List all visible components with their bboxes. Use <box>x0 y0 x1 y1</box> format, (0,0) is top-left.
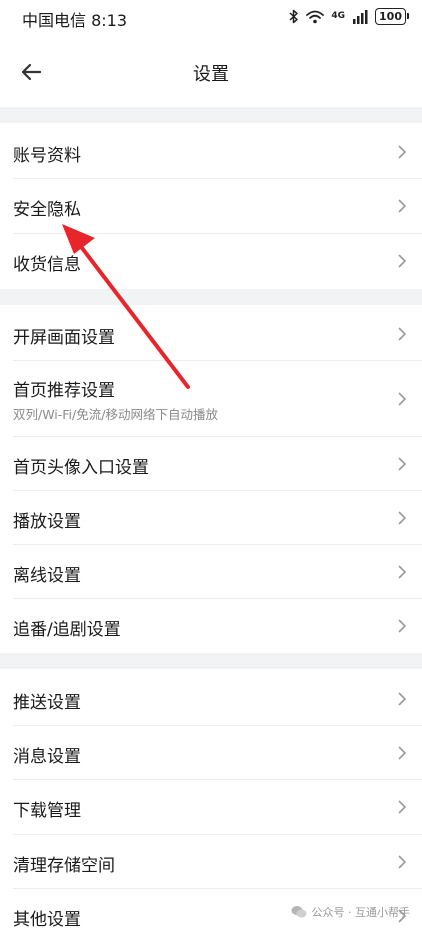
settings-item-clear-storage[interactable]: 清理存储空间 <box>0 835 422 889</box>
bluetooth-icon <box>289 9 299 24</box>
settings-item-home-avatar-entry[interactable]: 首页头像入口设置 <box>0 437 422 491</box>
settings-item-messages[interactable]: 消息设置 <box>0 726 422 780</box>
settings-item-label: 清理存储空间 <box>13 856 115 876</box>
settings-item-label: 首页推荐设置 <box>13 381 115 401</box>
chevron-right-icon <box>398 800 407 814</box>
chevron-right-icon <box>398 565 407 579</box>
chevron-right-icon <box>398 855 407 869</box>
settings-item-label: 离线设置 <box>13 566 81 586</box>
settings-item-label: 推送设置 <box>13 693 81 713</box>
chevron-right-icon <box>398 746 407 760</box>
settings-item-playback[interactable]: 播放设置 <box>0 491 422 545</box>
settings-item-downloads[interactable]: 下载管理 <box>0 780 422 835</box>
status-bar: 中国电信 8:13 4G 100 <box>0 0 422 36</box>
settings-item-home-recommend[interactable]: 首页推荐设置 双列/Wi-Fi/免流/移动网络下自动播放 <box>0 361 422 437</box>
settings-item-splash-screen[interactable]: 开屏画面设置 <box>0 306 422 361</box>
settings-item-push[interactable]: 推送设置 <box>0 671 422 726</box>
network-type: 4G <box>331 11 346 21</box>
chevron-right-icon <box>398 199 407 213</box>
settings-item-offline[interactable]: 离线设置 <box>0 545 422 599</box>
settings-item-shipping-info[interactable]: 收货信息 <box>0 234 422 288</box>
settings-item-label: 开屏画面设置 <box>13 328 115 348</box>
signal-icon <box>353 9 368 24</box>
carrier-time: 中国电信 8:13 <box>22 11 128 30</box>
page-title: 设置 <box>193 64 229 85</box>
wechat-icon <box>291 906 306 918</box>
chevron-right-icon <box>398 392 407 406</box>
group-separator <box>0 653 422 669</box>
chevron-right-icon <box>398 457 407 471</box>
wifi-icon <box>306 10 325 23</box>
group-separator <box>0 289 422 305</box>
settings-item-label: 下载管理 <box>13 801 81 821</box>
chevron-right-icon <box>398 692 407 706</box>
settings-item-security-privacy[interactable]: 安全隐私 <box>0 179 422 234</box>
settings-item-account-info[interactable]: 账号资料 <box>0 125 422 179</box>
settings-item-label: 收货信息 <box>13 255 81 275</box>
settings-item-label: 播放设置 <box>13 512 81 532</box>
battery-indicator: 100 <box>375 8 409 25</box>
top-bar: 设置 <box>0 44 422 100</box>
watermark: 公众号 · 互通小帮手 <box>291 904 411 920</box>
settings-item-label: 其他设置 <box>13 910 81 930</box>
chevron-right-icon <box>398 254 407 268</box>
settings-item-description: 双列/Wi-Fi/免流/移动网络下自动播放 <box>13 407 218 422</box>
chevron-right-icon <box>398 619 407 633</box>
settings-item-label: 首页头像入口设置 <box>13 458 149 478</box>
chevron-right-icon <box>398 327 407 341</box>
settings-item-label: 账号资料 <box>13 146 81 166</box>
settings-item-label: 安全隐私 <box>13 200 81 220</box>
settings-item-label: 追番/追剧设置 <box>13 620 121 640</box>
group-separator <box>0 107 422 123</box>
chevron-right-icon <box>398 145 407 159</box>
chevron-right-icon <box>398 511 407 525</box>
watermark-text: 公众号 · 互通小帮手 <box>311 906 411 919</box>
settings-item-follow-series[interactable]: 追番/追剧设置 <box>0 599 422 653</box>
settings-item-label: 消息设置 <box>13 747 81 767</box>
status-icons: 4G 100 <box>289 8 409 25</box>
